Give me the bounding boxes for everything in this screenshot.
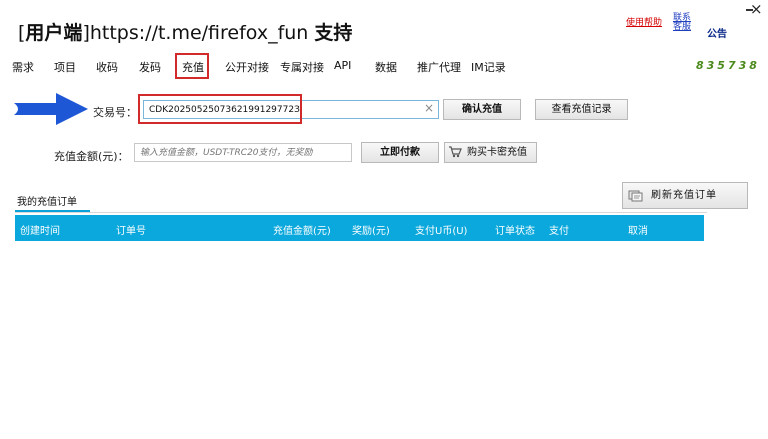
col-pay[interactable]: 支付 (549, 222, 569, 237)
tab-divider (15, 212, 707, 213)
title-url: https://t.me/firefox_fun (89, 22, 309, 44)
menu-item-send-code[interactable]: 发码 (139, 59, 161, 75)
buy-card-recharge-label: 购买卡密充值 (467, 147, 527, 158)
confirm-recharge-button[interactable]: 确认充值 (443, 99, 521, 120)
menu-item-project[interactable]: 项目 (54, 59, 76, 75)
help-link[interactable]: 使用帮助 (626, 15, 662, 28)
txn-highlight-box (138, 94, 302, 124)
menu-item-im-records[interactable]: IM记录 (471, 59, 506, 75)
contact-support-link[interactable]: 联系客服 (673, 14, 695, 32)
menu-item-exclusive-dock[interactable]: 专属对接 (280, 59, 324, 75)
col-order-number[interactable]: 订单号 (116, 222, 146, 237)
tab-my-recharge-orders[interactable]: 我的充值订单 (17, 193, 77, 208)
menu-item-demand[interactable]: 需求 (12, 59, 34, 75)
cart-icon (448, 146, 462, 165)
buy-card-recharge-button[interactable]: 购买卡密充值 (444, 142, 537, 163)
refresh-orders-label: 刷新充值订单 (651, 190, 717, 201)
col-paid-u-coins[interactable]: 支付U币(U) (415, 222, 467, 237)
menu-item-api[interactable]: API (334, 59, 351, 72)
orders-table-header: 创建时间 订单号 充值金额(元) 奖励(元) 支付U币(U) 订单状态 支付 取… (15, 215, 704, 241)
col-reward[interactable]: 奖励(元) (352, 222, 390, 237)
account-code: 835738 (696, 59, 760, 72)
clear-icon[interactable]: × (424, 101, 434, 115)
menu-item-receive-code[interactable]: 收码 (96, 59, 118, 75)
close-button[interactable]: × (750, 0, 763, 18)
amount-label: 充值金额(元)： (54, 150, 129, 163)
refresh-icon (628, 188, 644, 213)
menu-item-referral[interactable]: 推广代理 (417, 59, 461, 75)
amount-input[interactable] (134, 143, 352, 162)
col-cancel[interactable]: 取消 (628, 222, 648, 237)
menu-item-data[interactable]: 数据 (375, 59, 397, 75)
active-menu-highlight (175, 53, 209, 79)
title-support: 支持 (314, 22, 353, 44)
pointer-arrow-icon (12, 89, 90, 133)
refresh-orders-button[interactable]: 刷新充值订单 (622, 182, 748, 209)
txn-label: 交易号： (93, 106, 137, 119)
orders-table-body (15, 241, 704, 439)
view-recharge-records-button[interactable]: 查看充值记录 (535, 99, 628, 120)
menu-item-public-dock[interactable]: 公开对接 (225, 59, 269, 75)
col-created-time[interactable]: 创建时间 (20, 222, 60, 237)
col-recharge-amount[interactable]: 充值金额(元) (273, 222, 331, 237)
notice-link[interactable]: 公告 (707, 25, 727, 40)
window-title: [用户端]https://t.me/firefox_fun 支持 (18, 18, 352, 45)
col-order-status[interactable]: 订单状态 (495, 222, 535, 237)
title-bracket-close: ] (82, 22, 90, 44)
menu-bar: 需求 项目 收码 发码 充值 公开对接 专属对接 API 数据 推广代理 IM记… (0, 53, 768, 79)
pay-now-button[interactable]: 立即付款 (361, 142, 439, 163)
title-user: 用户端 (25, 22, 83, 44)
